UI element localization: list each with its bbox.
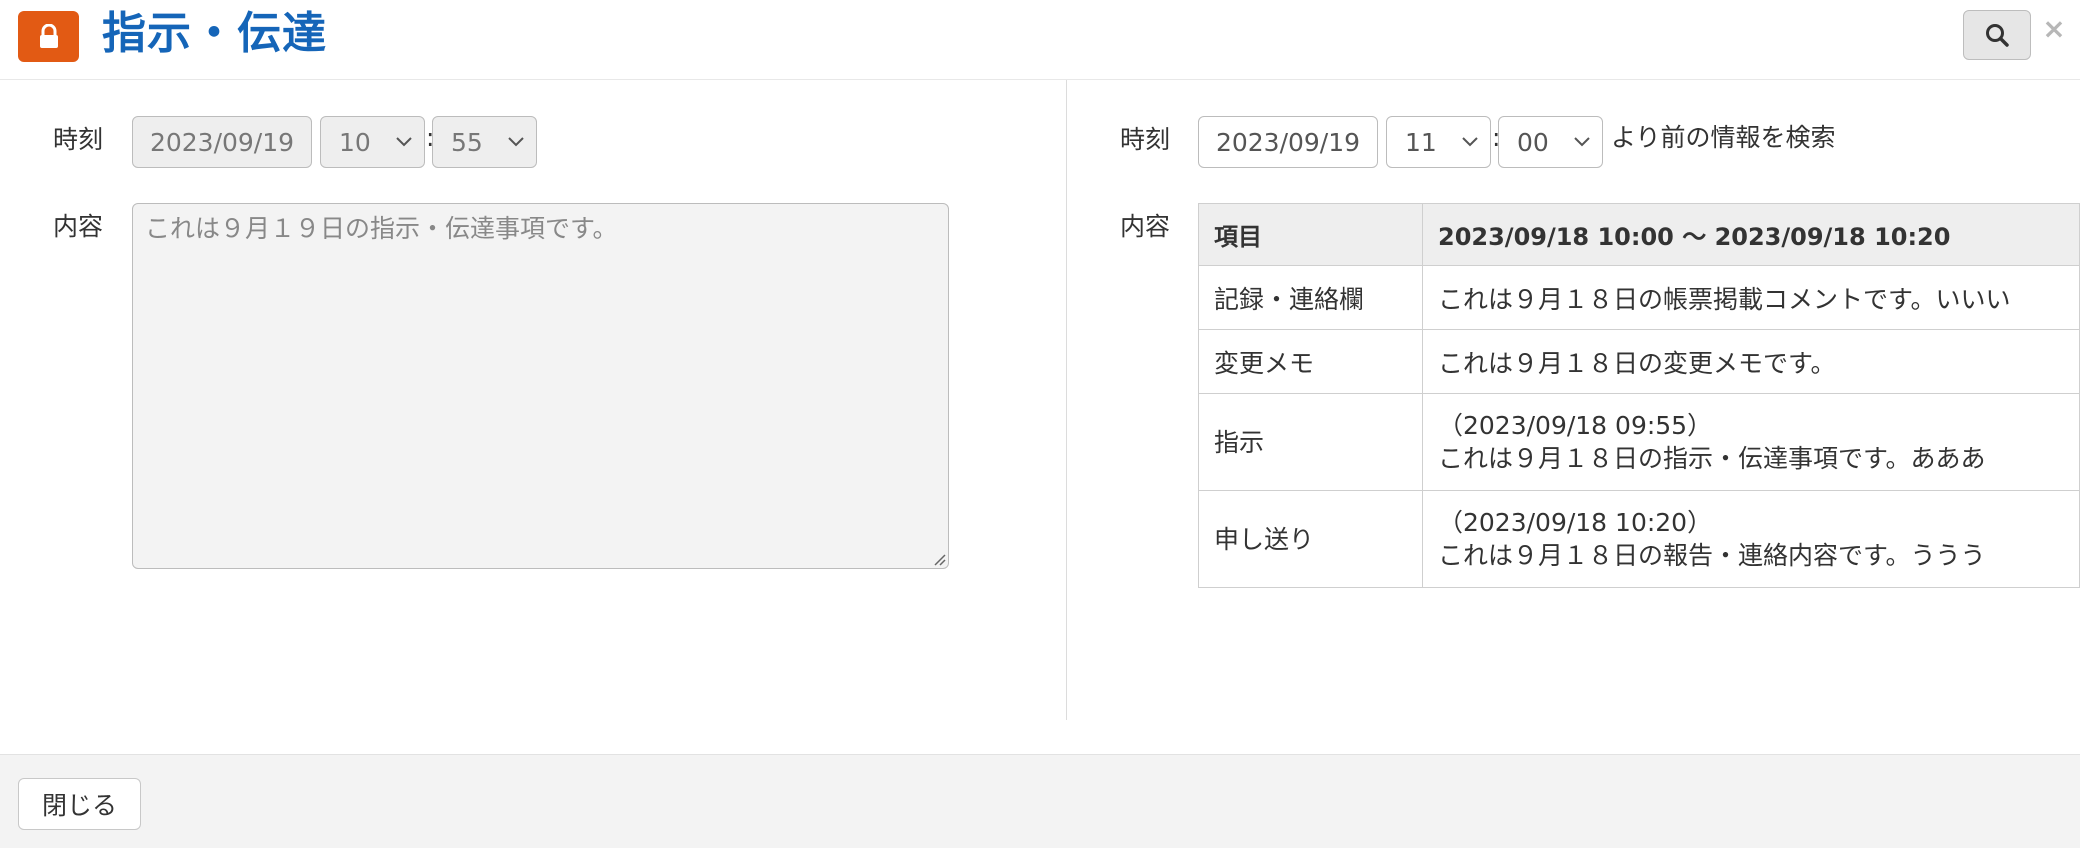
pane-divider <box>1066 80 1067 720</box>
cell-line: これは９月１８日の指示・伝達事項です。あああ <box>1438 444 1986 473</box>
table-cell-key: 申し送り <box>1198 490 1423 588</box>
search-button[interactable] <box>1963 10 2031 60</box>
table-cell-value: これは９月１８日の変更メモです。 <box>1422 329 2080 394</box>
table-header-range: 2023/09/18 10:00 ～ 2023/09/18 10:20 <box>1422 203 2080 266</box>
chevron-down-icon <box>1462 137 1478 147</box>
left-content-label: 内容 <box>53 212 104 241</box>
left-hour-value: 10 <box>339 127 371 157</box>
dialog-footer: 閉じる <box>0 754 2080 848</box>
right-minute-select[interactable]: 00 <box>1498 116 1603 168</box>
lock-icon <box>39 23 58 48</box>
cell-line: （2023/09/18 10:20） <box>1438 508 1713 537</box>
chevron-down-icon <box>1574 137 1590 147</box>
cell-line: これは９月１８日の報告・連絡内容です。ううう <box>1438 541 1986 570</box>
table-cell-value: （2023/09/18 10:20） これは９月１８日の報告・連絡内容です。うう… <box>1422 490 2080 588</box>
cell-line: これは９月１８日の帳票掲載コメントです。いいい <box>1438 284 2011 314</box>
close-button[interactable]: 閉じる <box>18 778 141 830</box>
right-time-label: 時刻 <box>1120 125 1171 154</box>
table-cell-key: 記録・連絡欄 <box>1198 265 1423 330</box>
chevron-down-icon <box>508 137 524 147</box>
info-table: 項目 2023/09/18 10:00 ～ 2023/09/18 10:20 記… <box>1198 203 2080 588</box>
table-header-key: 項目 <box>1198 203 1423 266</box>
left-hour-select: 10 <box>320 116 425 168</box>
left-minute-select: 55 <box>432 116 537 168</box>
table-header-row: 項目 2023/09/18 10:00 ～ 2023/09/18 10:20 <box>1198 203 2080 266</box>
right-date-field[interactable]: 2023/09/19 <box>1198 116 1378 168</box>
table-cell-value: （2023/09/18 09:55） これは９月１８日の指示・伝達事項です。ああ… <box>1422 393 2080 491</box>
left-minute-value: 55 <box>451 127 483 157</box>
right-hour-value: 11 <box>1405 127 1437 157</box>
left-time-label: 時刻 <box>53 125 104 154</box>
search-icon <box>1986 24 2009 47</box>
right-content-label: 内容 <box>1120 212 1171 241</box>
left-date-field: 2023/09/19 <box>132 116 312 168</box>
page-title: 指示・伝達 <box>102 8 327 59</box>
chevron-down-icon <box>396 137 412 147</box>
table-row: 指示 （2023/09/18 09:55） これは９月１８日の指示・伝達事項です… <box>1198 393 2080 491</box>
lock-badge <box>18 11 79 62</box>
content-textarea[interactable]: これは９月１９日の指示・伝達事項です。 <box>132 203 949 569</box>
content-placeholder: これは９月１９日の指示・伝達事項です。 <box>145 214 618 243</box>
dialog-header: 指示・伝達 × <box>0 0 2080 80</box>
table-row: 申し送り （2023/09/18 10:20） これは９月１８日の報告・連絡内容… <box>1198 490 2080 588</box>
search-before-text: より前の情報を検索 <box>1611 123 1836 152</box>
cell-line: （2023/09/18 09:55） <box>1438 411 1713 440</box>
table-row: 記録・連絡欄 これは９月１８日の帳票掲載コメントです。いいい <box>1198 265 2080 330</box>
table-cell-key: 変更メモ <box>1198 329 1423 394</box>
close-icon[interactable]: × <box>2041 12 2067 46</box>
table-row: 変更メモ これは９月１８日の変更メモです。 <box>1198 329 2080 394</box>
right-minute-value: 00 <box>1517 127 1549 157</box>
table-cell-value: これは９月１８日の帳票掲載コメントです。いいい <box>1422 265 2080 330</box>
table-cell-key: 指示 <box>1198 393 1423 491</box>
resize-grip-icon[interactable] <box>932 552 946 566</box>
cell-line: これは９月１８日の変更メモです。 <box>1438 348 1836 378</box>
right-hour-select[interactable]: 11 <box>1386 116 1491 168</box>
